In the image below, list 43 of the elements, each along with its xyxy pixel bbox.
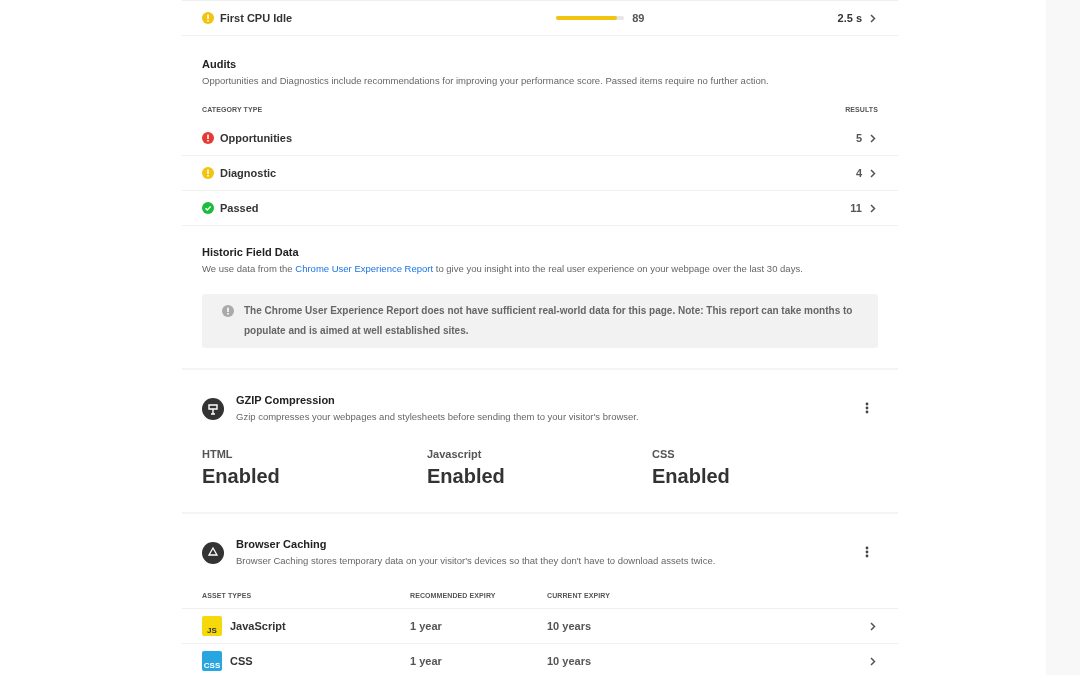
chevron-icon[interactable] <box>870 13 876 23</box>
more-options-icon[interactable] <box>865 546 869 558</box>
chevron-icon[interactable] <box>870 656 876 666</box>
more-options-icon[interactable] <box>865 402 869 414</box>
card-title: Browser Caching <box>236 538 328 550</box>
asset-name: JavaScript <box>230 620 286 632</box>
audit-category-row[interactable]: Opportunities 5 <box>182 121 898 155</box>
compression-type-label: Javascript <box>427 448 483 460</box>
compression-status: Enabled <box>427 465 506 488</box>
section-description: Opportunities and Diagnostics include recommendations for improving your performance score. Passed items require no further action. <box>202 75 770 86</box>
notice-text: The Chrome User Experience Report does not have sufficient real-world data for this page. Note: This report can take months to populate and is aimed at well established sites. <box>244 304 854 338</box>
asset-name: CSS <box>230 655 253 667</box>
chevron-icon <box>870 203 876 213</box>
chevron-icon[interactable] <box>870 621 876 631</box>
file-type-badge: JS <box>202 616 222 636</box>
compression-type-label: CSS <box>652 448 676 460</box>
metric-label: First CPU Idle <box>220 12 293 24</box>
audit-category-row[interactable]: Passed 11 <box>182 190 898 225</box>
error-status-icon <box>202 132 214 144</box>
compression-type-label: HTML <box>202 448 234 460</box>
section-description: We use data from the Chrome User Experience Report to give you insight into the real user experience on your webpage over the last 30 days. <box>202 263 804 274</box>
warning-status-icon <box>202 167 214 179</box>
section-title: Historic Field Data <box>202 246 300 258</box>
success-status-icon <box>202 202 214 214</box>
chevron-icon <box>870 133 876 143</box>
metric-value: 2.5 s <box>837 12 862 24</box>
card-description: Browser Caching stores temporary data on your visitor's devices so that they don't have to download assets twice. <box>236 555 716 566</box>
report-link[interactable]: Chrome User Experience Report <box>295 263 434 274</box>
recommended-expiry: 1 year <box>410 655 443 667</box>
warning-status-icon <box>202 12 214 24</box>
current-expiry: 10 years <box>547 655 592 667</box>
compression-status: Enabled <box>202 465 281 488</box>
metric-score: 89 <box>632 12 645 24</box>
compression-status: Enabled <box>652 465 731 488</box>
current-expiry: 10 years <box>547 620 592 632</box>
recommended-expiry: 1 year <box>410 620 443 632</box>
audit-category-row[interactable]: Diagnostic 4 <box>182 155 898 190</box>
info-icon <box>222 305 234 317</box>
section-title: Audits <box>202 58 238 70</box>
card-title: GZIP Compression <box>236 394 336 406</box>
file-type-badge: CSS <box>202 651 222 671</box>
card-description: Gzip compresses your webpages and stylesheets before sending them to your visitor's browser. <box>236 411 639 422</box>
chevron-icon <box>870 168 876 178</box>
